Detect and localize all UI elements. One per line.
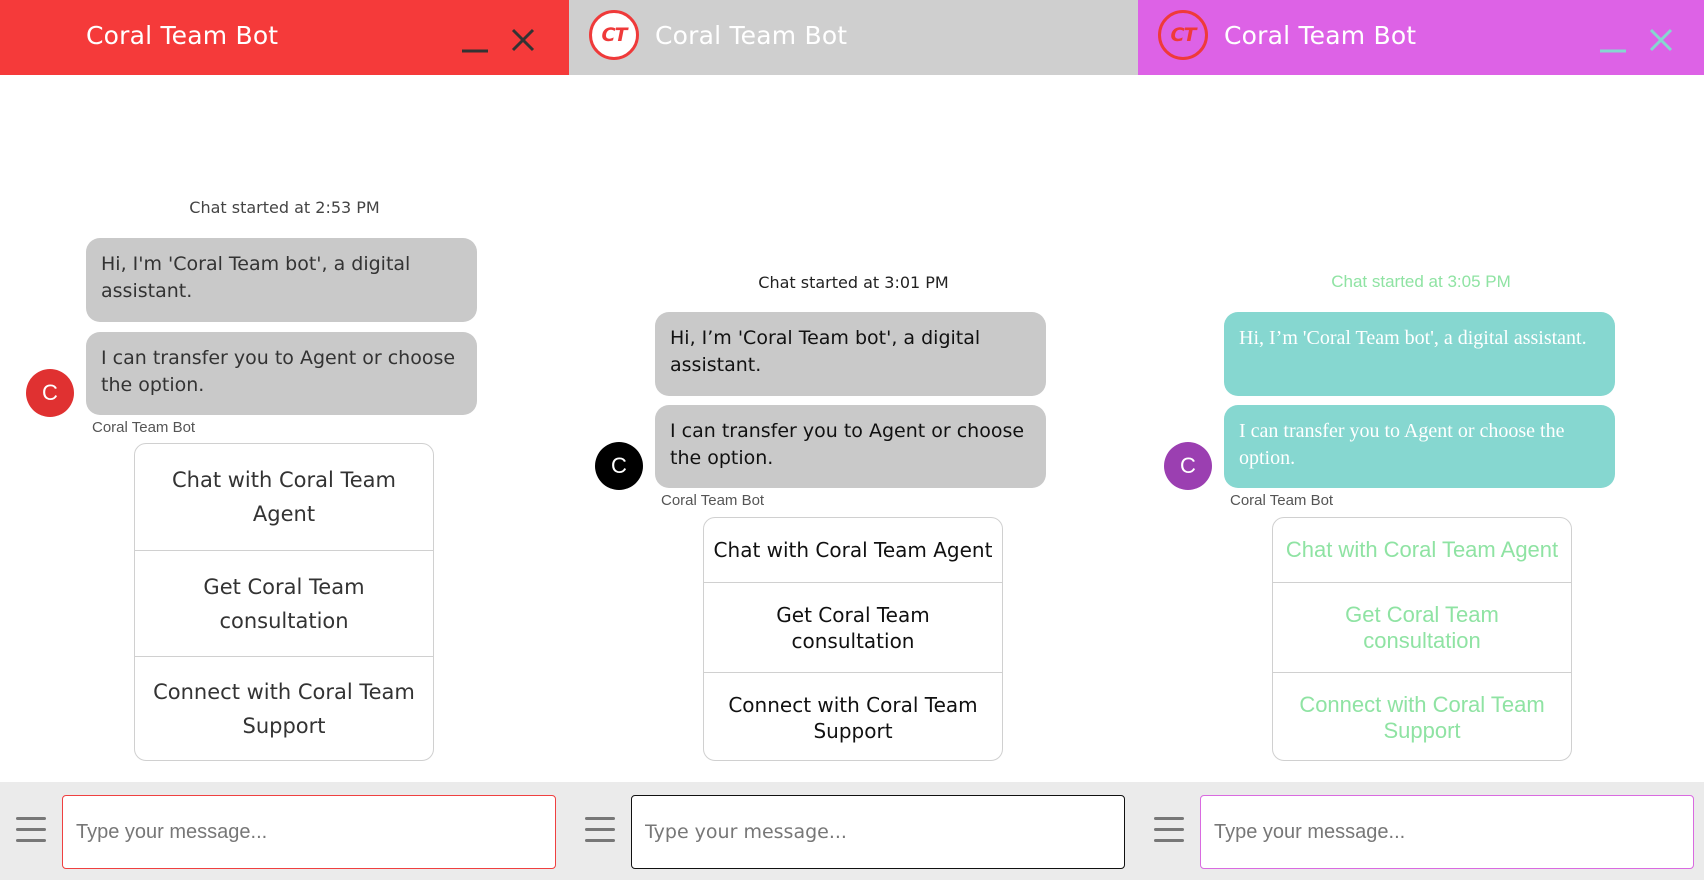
option-get-consultation[interactable]: Get Coral Team consultation [704,583,1002,673]
chat-title: Coral Team Bot [1224,21,1417,50]
bot-name-label: Coral Team Bot [92,419,196,436]
bot-message: Hi, I’m 'Coral Team bot', a digital assi… [655,312,1046,396]
menu-icon[interactable] [16,817,46,843]
close-button[interactable] [509,26,537,54]
bot-avatar: C [595,442,643,490]
minimize-button[interactable] [1598,22,1628,56]
quick-reply-options: Chat with Coral Team Agent Get Coral Tea… [703,517,1003,761]
option-connect-support[interactable]: Connect with Coral Team Support [135,657,433,760]
option-chat-with-agent[interactable]: Chat with Coral Team Agent [135,444,433,551]
message-input[interactable] [62,795,556,869]
option-get-consultation[interactable]: Get Coral Team consultation [135,551,433,657]
bot-avatar: C [26,369,74,417]
close-icon [511,28,535,52]
option-connect-support[interactable]: Connect with Coral Team Support [1273,673,1571,760]
bot-message: I can transfer you to Agent or choose th… [1224,405,1615,488]
chat-start-time: Chat started at 3:01 PM [758,273,949,292]
close-icon [1649,28,1673,52]
bot-name-label: Coral Team Bot [1230,492,1334,509]
option-chat-with-agent[interactable]: Chat with Coral Team Agent [704,518,1002,583]
logo-text: CT [601,24,628,46]
quick-reply-options: Chat with Coral Team Agent Get Coral Tea… [1272,517,1572,761]
option-chat-with-agent[interactable]: Chat with Coral Team Agent [1273,518,1571,583]
chat-title: Coral Team Bot [655,21,848,50]
chat-widget-variants: Coral Team Bot Chat started at 2:53 PM H… [0,0,1704,880]
chat-header: CT Coral Team Bot [1138,0,1704,75]
chat-window-magenta: CT Coral Team Bot Chat started at 3:05 P… [1138,0,1704,880]
coral-team-logo: CT [1158,10,1208,60]
message-input[interactable] [631,795,1125,869]
chat-title: Coral Team Bot [86,21,279,50]
chat-window-red: Coral Team Bot Chat started at 2:53 PM H… [0,0,569,880]
close-button[interactable] [1647,26,1675,54]
bot-name-label: Coral Team Bot [661,492,765,509]
message-input[interactable] [1200,795,1694,869]
minimize-button[interactable] [460,22,490,56]
bot-message: I can transfer you to Agent or choose th… [86,332,477,415]
chat-header: Coral Team Bot [0,0,569,75]
option-get-consultation[interactable]: Get Coral Team consultation [1273,583,1571,673]
bot-message: Hi, I'm 'Coral Team bot', a digital assi… [86,238,477,322]
chat-start-time: Chat started at 2:53 PM [189,198,380,217]
menu-icon[interactable] [1154,817,1184,843]
bot-avatar: C [1164,442,1212,490]
menu-icon[interactable] [585,817,615,843]
chat-header: CT Coral Team Bot [569,0,1138,75]
minimize-icon [462,49,488,53]
chat-footer [1138,782,1704,880]
logo-text: CT [1170,24,1197,46]
option-connect-support[interactable]: Connect with Coral Team Support [704,673,1002,760]
bot-message: Hi, I’m 'Coral Team bot', a digital assi… [1224,312,1615,396]
chat-footer [0,782,569,880]
quick-reply-options: Chat with Coral Team Agent Get Coral Tea… [134,443,434,761]
chat-footer [569,782,1138,880]
chat-start-time: Chat started at 3:05 PM [1331,272,1511,291]
minimize-icon [1600,49,1626,53]
bot-message: I can transfer you to Agent or choose th… [655,405,1046,488]
chat-window-grey: CT Coral Team Bot Chat started at 3:01 P… [569,0,1138,880]
coral-team-logo: CT [589,10,639,60]
